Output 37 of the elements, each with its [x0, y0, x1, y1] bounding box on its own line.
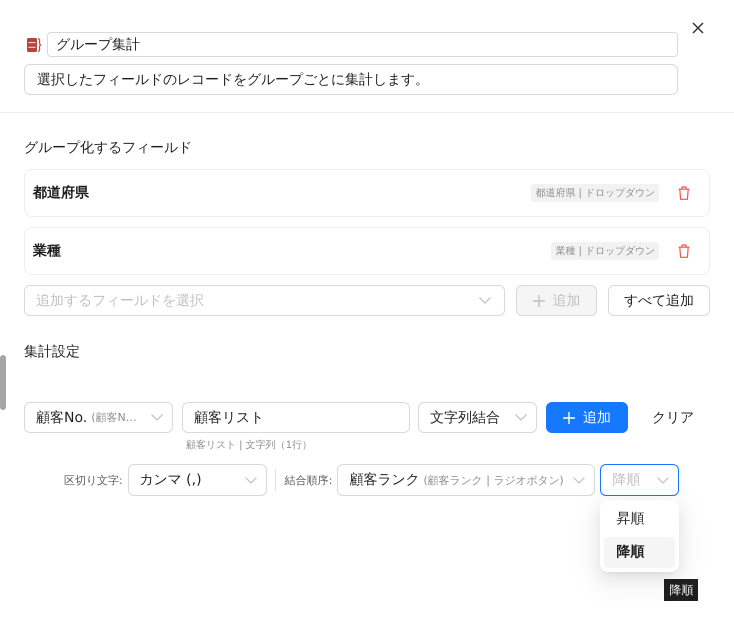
field-hint: 顧客リスト | 文字列（1行） [186, 439, 312, 453]
field-label: 結合順序: [284, 472, 332, 488]
chevron-down-icon [244, 476, 257, 484]
separator-select[interactable]: カンマ (,) [128, 464, 267, 496]
chevron-down-icon [515, 414, 527, 421]
field-select[interactable]: 追加するフィールドを選択 [24, 285, 505, 316]
trash-icon[interactable] [678, 244, 690, 258]
trash-icon[interactable] [678, 186, 690, 200]
field-type-tag: 業種 | ドロップダウン [551, 242, 659, 260]
field-type-tag: 都道府県 | ドロップダウン [531, 184, 659, 202]
field-label: 区切り文字: [64, 472, 123, 488]
order-field-select[interactable]: 顧客ランク (顧客ランク | ラジオボタン) [337, 464, 596, 496]
plus-icon [532, 294, 544, 306]
field-select[interactable]: 顧客No. (顧客N… [24, 402, 173, 433]
plus-icon [563, 412, 575, 424]
chevron-down-icon [151, 414, 163, 421]
dropdown-option[interactable]: 降順 [604, 537, 676, 568]
chevron-down-icon [479, 297, 491, 304]
dropdown-option[interactable]: 昇順 [604, 504, 676, 535]
clear-button[interactable]: クリア [640, 402, 706, 433]
section-heading: グループ化するフィールド [24, 139, 192, 158]
section-heading: 集計設定 [24, 343, 80, 362]
function-select[interactable]: 文字列結合 [418, 402, 537, 433]
tooltip: 降順 [664, 579, 698, 601]
title-input[interactable]: グループ集計 [47, 32, 678, 57]
close-button[interactable] [690, 20, 706, 36]
add-all-button[interactable]: すべて追加 [608, 285, 710, 316]
stack-brace-icon [27, 38, 42, 52]
field-name: 業種 [33, 242, 61, 260]
scrollbar-thumb[interactable] [0, 355, 6, 410]
close-icon [692, 22, 704, 34]
chevron-down-icon [657, 476, 670, 484]
field-name: 都道府県 [33, 184, 89, 202]
name-input[interactable]: 顧客リスト [182, 402, 410, 433]
chevron-down-icon [573, 476, 586, 484]
description-input[interactable]: 選択したフィールドのレコードをグループごとに集計します。 [24, 64, 678, 95]
add-button[interactable]: 追加 [546, 402, 628, 433]
